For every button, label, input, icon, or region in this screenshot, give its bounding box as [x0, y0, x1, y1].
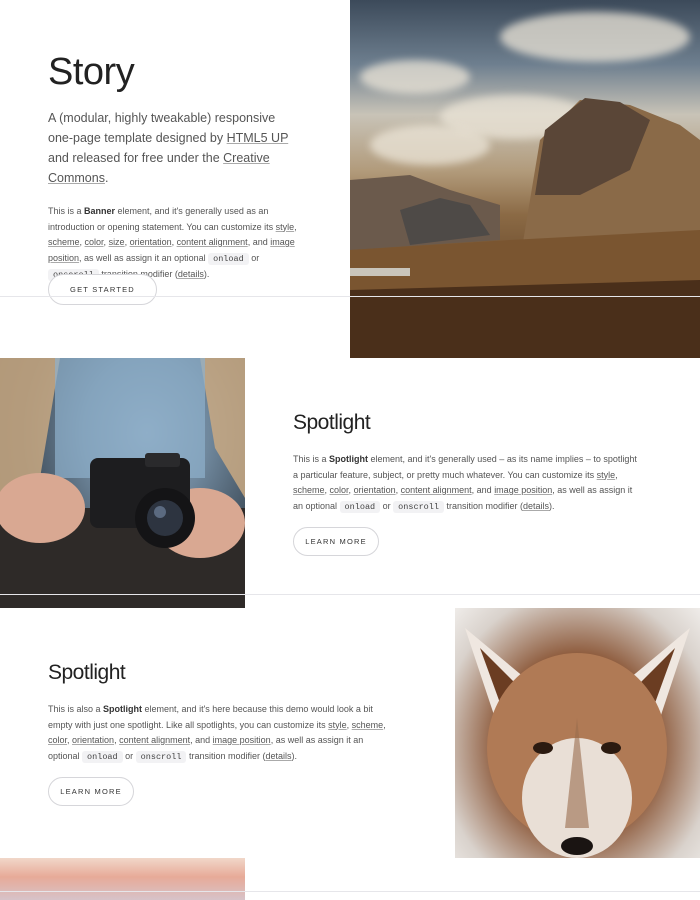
image-position-link[interactable]: image position [213, 735, 271, 745]
style-link[interactable]: style [276, 222, 295, 232]
scheme-link[interactable]: scheme [48, 237, 80, 247]
mountain-illustration [350, 98, 700, 358]
get-started-button[interactable]: Get Started [48, 274, 157, 305]
learn-more-button-1[interactable]: Learn More [293, 527, 379, 556]
sunset-sky-image [0, 858, 245, 900]
image-position-link[interactable]: image position [494, 485, 552, 495]
details-link[interactable]: details [266, 751, 292, 761]
next-section [0, 858, 700, 900]
divider [0, 891, 700, 892]
spotlight-1-title: Spotlight [293, 411, 371, 434]
banner-description: This is a Banner element, and it's gener… [48, 206, 297, 281]
scheme-link[interactable]: scheme [352, 720, 384, 730]
content-alignment-link[interactable]: content alignment [177, 237, 248, 247]
spotlight-1-content: Spotlight This is a Spotlight element, a… [293, 410, 643, 515]
spotlight-section-1: Spotlight This is a Spotlight element, a… [0, 358, 700, 608]
spotlight-2-description: This is also a Spotlight element, and it… [48, 704, 386, 763]
onload-code: onload [339, 500, 381, 513]
camera-illustration [0, 358, 245, 608]
onload-code: onload [82, 750, 123, 763]
style-link[interactable]: style [597, 470, 616, 480]
divider [0, 594, 700, 595]
style-link[interactable]: style [328, 720, 347, 730]
spotlight-2-title: Spotlight [48, 661, 126, 684]
banner-content: Story A (modular, highly tweakable) resp… [48, 50, 298, 284]
orientation-link[interactable]: orientation [130, 237, 172, 247]
learn-more-button-2[interactable]: Learn More [48, 777, 134, 806]
orientation-link[interactable]: orientation [354, 485, 396, 495]
size-link[interactable]: size [109, 237, 125, 247]
spotlight-1-description: This is a Spotlight element, and it's ge… [293, 454, 637, 513]
content-alignment-link[interactable]: content alignment [401, 485, 472, 495]
scheme-link[interactable]: scheme [293, 485, 325, 495]
onscroll-code: onscroll [393, 500, 444, 513]
banner-title: Story [48, 51, 135, 93]
banner-intro: A (modular, highly tweakable) responsive… [48, 111, 289, 185]
mountain-landscape-image [350, 0, 700, 358]
banner-section: Story A (modular, highly tweakable) resp… [0, 0, 700, 358]
onscroll-code: onscroll [135, 750, 187, 763]
color-link[interactable]: color [48, 735, 67, 745]
details-link[interactable]: details [523, 501, 549, 511]
coyote-image [455, 608, 700, 858]
coyote-illustration [465, 628, 690, 858]
content-alignment-link[interactable]: content alignment [119, 735, 190, 745]
orientation-link[interactable]: orientation [72, 735, 114, 745]
divider [0, 296, 700, 297]
color-link[interactable]: color [85, 237, 104, 247]
html5up-link[interactable]: HTML5 UP [227, 131, 289, 145]
spotlight-section-2: Spotlight This is also a Spotlight eleme… [0, 608, 700, 858]
onload-code: onload [208, 252, 249, 265]
camera-hands-image [0, 358, 245, 608]
color-link[interactable]: color [330, 485, 349, 495]
spotlight-2-content: Spotlight This is also a Spotlight eleme… [48, 660, 388, 765]
details-link[interactable]: details [178, 269, 204, 279]
